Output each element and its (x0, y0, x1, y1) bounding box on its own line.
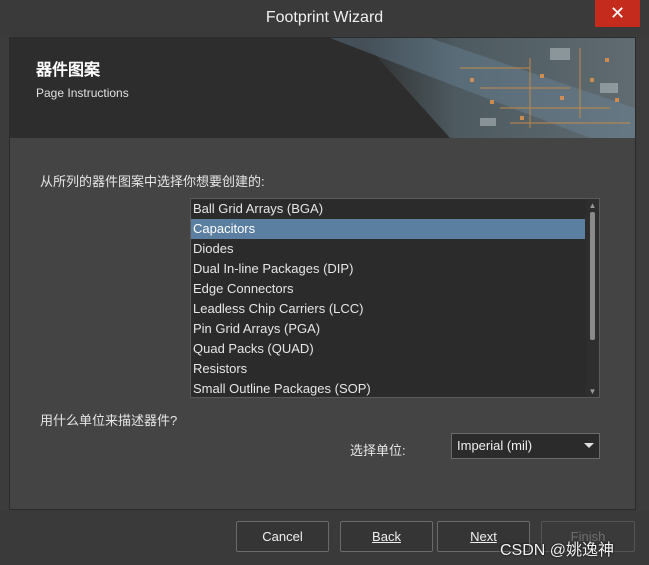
pattern-list[interactable]: Ball Grid Arrays (BGA) Capacitors Diodes Du… (190, 198, 600, 398)
list-item[interactable]: Leadless Chip Carriers (LCC) (191, 299, 585, 319)
scroll-down-icon[interactable]: ▼ (586, 385, 599, 397)
pcb-graphic (330, 38, 635, 138)
list-item[interactable]: Resistors (191, 359, 585, 379)
back-button[interactable]: Back (340, 521, 433, 552)
scroll-up-icon[interactable]: ▲ (586, 199, 599, 211)
list-item[interactable]: Dual In-line Packages (DIP) (191, 259, 585, 279)
list-item[interactable]: Diodes (191, 239, 585, 259)
list-item[interactable]: Quad Packs (QUAD) (191, 339, 585, 359)
list-item[interactable]: Small Outline Packages (SOP) (191, 379, 585, 397)
page-title: 器件图案 (36, 62, 101, 79)
close-icon: ✕ (609, 3, 626, 23)
list-item[interactable]: Pin Grid Arrays (PGA) (191, 319, 585, 339)
unit-value: Imperial (mil) (457, 438, 533, 453)
scroll-thumb[interactable] (590, 212, 595, 340)
vertical-scrollbar[interactable]: ▲ ▼ (586, 199, 599, 397)
cancel-button[interactable]: Cancel (236, 521, 329, 552)
title-bar: Footprint Wizard ✕ (0, 0, 649, 36)
pattern-prompt: 从所列的器件图案中选择你想要创建的: (40, 174, 265, 189)
chevron-down-icon (584, 443, 594, 448)
header-banner: 器件图案 Page Instructions (10, 38, 635, 138)
list-item[interactable]: Ball Grid Arrays (BGA) (191, 199, 585, 219)
unit-label: 选择单位: (350, 443, 406, 458)
unit-prompt: 用什么单位来描述器件? (40, 413, 178, 428)
unit-dropdown[interactable]: Imperial (mil) (451, 433, 600, 459)
list-item[interactable]: Capacitors (191, 219, 585, 239)
window-title: Footprint Wizard (265, 9, 384, 26)
close-button[interactable]: ✕ (595, 0, 640, 27)
watermark: CSDN @姚逸神 (500, 542, 615, 559)
page-instructions: Page Instructions (36, 86, 129, 100)
list-item[interactable]: Edge Connectors (191, 279, 585, 299)
